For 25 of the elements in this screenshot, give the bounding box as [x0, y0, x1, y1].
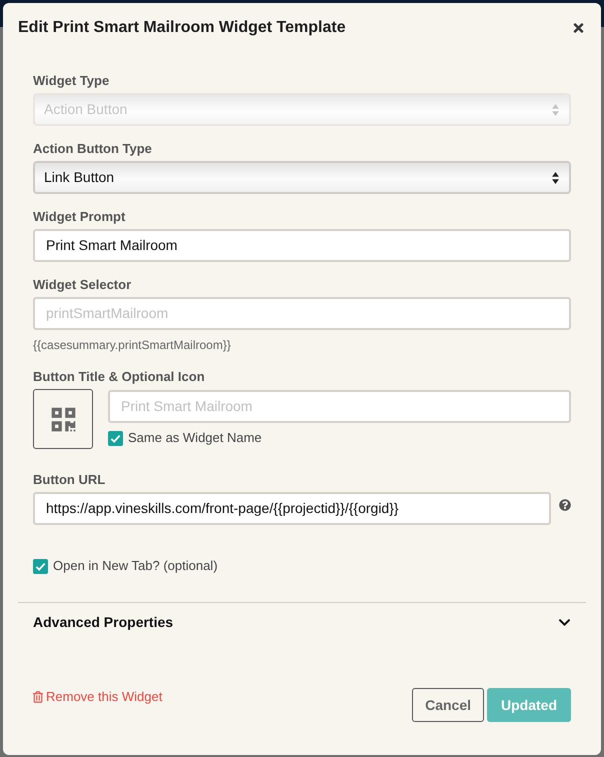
text-field[interactable]: https://app.vineskills.com/front-page/{{projectid}}/{{orgid}}: [33, 492, 551, 525]
qr-code-icon: [50, 406, 76, 432]
checkbox-label: Open in New Tab? (optional): [53, 558, 218, 574]
text-field[interactable]: Print Smart Mailroom: [33, 229, 571, 262]
select-field[interactable]: Link Button: [33, 161, 571, 194]
field-label: Widget Selector: [33, 277, 132, 293]
helper-text: {{casesummary.printSmartMailroom}}: [33, 337, 231, 353]
checkbox[interactable]: [33, 558, 48, 574]
field-label: Action Button Type: [33, 141, 152, 157]
checkbox[interactable]: [108, 430, 123, 446]
advanced-properties-toggle[interactable]: Advanced Properties: [33, 612, 174, 632]
checkbox-label: Same as Widget Name: [128, 430, 262, 446]
field-label: Widget Type: [33, 73, 110, 89]
cancel-button[interactable]: Cancel: [412, 688, 484, 722]
field-label: Button URL: [33, 472, 106, 488]
field-label: Widget Prompt: [33, 209, 126, 225]
field-label: Button Title & Optional Icon: [33, 369, 205, 385]
icon-picker-button[interactable]: [33, 389, 93, 449]
help-icon[interactable]: [559, 498, 571, 510]
close-icon[interactable]: [572, 21, 585, 35]
select-arrows-icon: [552, 172, 559, 184]
trash-icon: [33, 691, 43, 703]
dialog-title: Edit Print Smart Mailroom Widget Template: [18, 18, 346, 38]
select-arrows-icon: [552, 104, 559, 116]
remove-widget-link[interactable]: Remove this Widget: [33, 689, 162, 705]
